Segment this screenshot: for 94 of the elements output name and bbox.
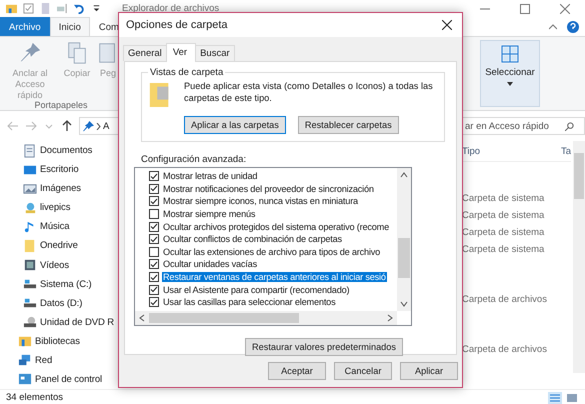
scroll-down-icon[interactable] — [400, 300, 408, 308]
column-header[interactable]: Ta — [558, 146, 571, 156]
horizontal-scrollbar[interactable] — [135, 310, 397, 325]
section-label: Configuración avanzada: — [141, 154, 248, 165]
nav-item[interactable]: Unidad de DVD R — [0, 312, 152, 332]
folder-view-button[interactable]: Restablecer carpetas — [298, 116, 399, 134]
dialog-button[interactable]: Aplicar — [400, 362, 458, 380]
control-icon — [18, 372, 32, 386]
scroll-thumb[interactable] — [574, 153, 584, 199]
help-icon[interactable] — [567, 20, 579, 32]
caret-icon — [507, 82, 513, 86]
checkbox[interactable] — [149, 259, 159, 270]
folder-view-button[interactable]: Aplicar a las carpetas — [184, 116, 286, 134]
dialog-tab[interactable]: General — [123, 45, 167, 61]
checkbox[interactable] — [149, 184, 159, 194]
table-cell-text: Carpeta de archivos — [460, 293, 548, 307]
dialog-button[interactable]: Aceptar — [268, 362, 326, 380]
collapse-icon[interactable] — [549, 24, 557, 30]
rename-icon[interactable] — [57, 3, 68, 14]
folder-icon[interactable] — [6, 3, 17, 14]
nav-item[interactable]: Onedrive — [0, 236, 152, 256]
table-cell-text: Carpeta de sistema — [460, 226, 546, 240]
details-view-icon[interactable] — [548, 392, 562, 404]
setting-label[interactable]: Mostrar notificaciones del proveedor de sincronización — [162, 184, 375, 194]
table-cell-text: Carpeta de sistema — [460, 209, 546, 223]
scroll-thumb[interactable] — [398, 238, 410, 278]
nav-item[interactable]: Sistema (C:) — [0, 274, 152, 294]
checkbox[interactable] — [149, 297, 159, 308]
maximize-icon — [520, 4, 530, 14]
description-text: Puede aplicar esta vista (como Detalles o Iconos) a todas las carpetas de este tipo. — [184, 81, 434, 105]
address-text: A — [103, 120, 110, 132]
scroll-up-icon[interactable] — [400, 171, 408, 179]
table-cell-text: Carpeta de sistema — [460, 243, 546, 257]
dialog-button[interactable]: Cancelar — [334, 362, 392, 380]
search-icon — [565, 122, 574, 130]
nav-item[interactable]: Música — [0, 217, 152, 236]
close-icon — [560, 4, 570, 14]
checkbox[interactable] — [149, 222, 159, 232]
videos-icon — [23, 258, 37, 272]
column-header[interactable]: Tipo — [460, 146, 559, 156]
setting-label[interactable]: Restaurar ventanas de carpetas anteriores al iniciar sesió — [162, 272, 387, 282]
scroll-left-icon[interactable] — [138, 314, 146, 322]
chevron-icon — [96, 122, 101, 130]
undo-icon[interactable] — [74, 3, 85, 14]
pictures-icon — [23, 182, 37, 196]
nav-item[interactable]: Datos (D:) — [0, 294, 152, 313]
setting-label[interactable]: Ocultar archivos protegidos del sistema operativo (recome — [162, 222, 390, 232]
dialog-tab[interactable]: Ver — [166, 43, 196, 62]
setting-label[interactable]: Usar las casillas para seleccionar elementos — [162, 297, 336, 308]
libraries-icon — [18, 334, 32, 348]
setting-label[interactable]: Mostrar siempre menús — [162, 209, 256, 220]
thumbnail-view-icon[interactable] — [565, 392, 579, 404]
vertical-scrollbar[interactable] — [397, 168, 411, 311]
table-cell-text: Carpeta de sistema — [460, 192, 546, 206]
group-legend: Vistas de carpeta — [148, 67, 226, 78]
dropdown-icon[interactable] — [91, 3, 102, 14]
setting-label[interactable]: Ocultar las extensiones de archivo para tipos de archivo — [162, 246, 382, 257]
nav-item[interactable]: livepics — [0, 198, 152, 218]
setting-label[interactable]: Ocultar unidades vacías — [162, 259, 258, 270]
scroll-thumb[interactable] — [149, 312, 299, 323]
pin-icon — [83, 120, 94, 132]
scrollbar[interactable] — [573, 141, 585, 373]
checkbox[interactable] — [149, 272, 159, 282]
grid-icon — [501, 45, 519, 63]
select-button[interactable]: Seleccionar — [480, 40, 540, 107]
checkbox[interactable] — [149, 209, 159, 220]
status-text: 34 elementos — [6, 392, 64, 403]
dialog-title: Opciones de carpeta — [126, 19, 229, 31]
close-icon — [442, 20, 452, 30]
up-icon[interactable] — [61, 120, 73, 132]
checkbox[interactable] — [149, 234, 159, 244]
folder-icon — [23, 238, 37, 253]
scroll-right-icon[interactable] — [386, 314, 394, 322]
dvd-icon — [23, 315, 37, 330]
table-cell-text: Carpeta de archivos — [460, 343, 548, 357]
ribbon-tab[interactable]: Inicio — [50, 17, 90, 36]
copy-icon — [65, 41, 89, 65]
checkbox-icon[interactable] — [23, 3, 34, 14]
dialog-tab[interactable]: Buscar — [195, 45, 235, 61]
setting-label[interactable]: Ocultar conflictos de combinación de carpetas — [162, 234, 343, 244]
docs-icon — [23, 144, 37, 158]
setting-label[interactable]: Usar el Asistente para compartir (recomendado) — [162, 284, 350, 295]
window-title: Explorador de archivos — [122, 3, 220, 14]
setting-label[interactable]: Mostrar letras de unidad — [162, 171, 258, 182]
setting-label[interactable]: Mostrar siempre iconos, nunca vistas en miniatura — [162, 196, 359, 206]
minimize-icon — [480, 8, 490, 10]
group-label: Portapapeles — [33, 100, 89, 112]
search-field[interactable]: ar en Acceso rápido — [460, 117, 585, 135]
restore-defaults-button[interactable]: Restaurar valores predeterminados — [244, 338, 403, 356]
checkbox[interactable] — [149, 284, 159, 295]
ribbon-tab[interactable]: Archivo — [0, 17, 50, 36]
checkbox[interactable] — [149, 196, 159, 206]
checkbox[interactable] — [149, 246, 159, 257]
checkbox[interactable] — [149, 171, 159, 182]
